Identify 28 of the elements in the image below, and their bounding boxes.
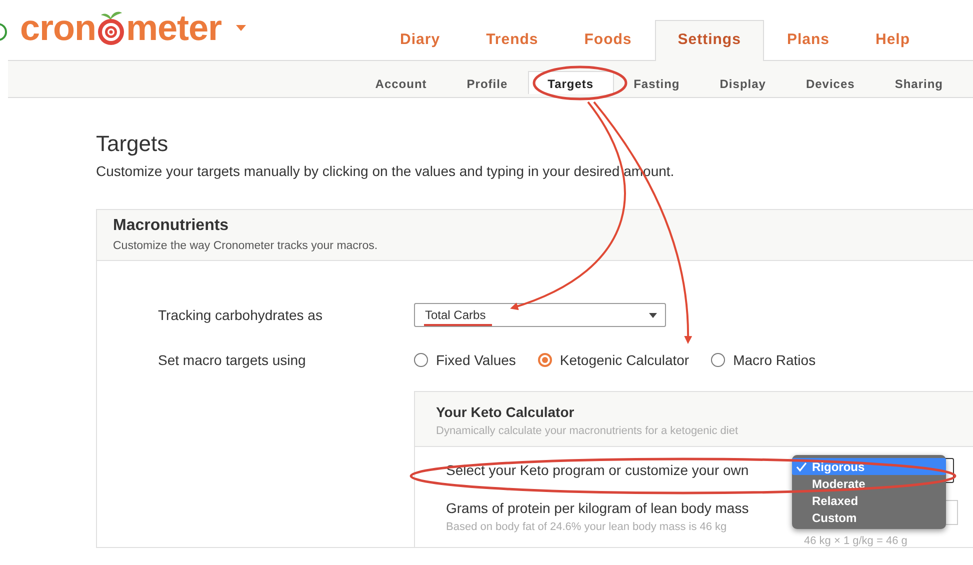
dropdown-option[interactable]: Moderate <box>792 475 946 492</box>
field-label: Grams of protein per kilogram of lean body mass <box>446 500 750 516</box>
sub-tab[interactable]: Profile <box>446 71 528 94</box>
sub-tab[interactable]: Fasting <box>614 71 700 94</box>
sub-tab[interactable]: Account <box>355 71 447 94</box>
field-label: Tracking carbohydrates as <box>158 307 324 323</box>
formula-text: 46 kg × 1 g/kg = 46 g <box>804 535 908 547</box>
field-label: Set macro targets using <box>158 352 307 368</box>
radio-option[interactable]: Macro Ratios <box>711 352 816 368</box>
logo-text: meter <box>126 10 222 46</box>
sub-tab[interactable]: Targets <box>528 71 614 94</box>
field-note: Based on body fat of 24.6% your lean body mass is 46 kg <box>446 521 728 533</box>
panel-subtitle: Dynamically calculate your macronutrients for a ketogenic diet <box>436 425 740 437</box>
card-title: Macronutrients <box>113 217 230 235</box>
card-subtitle: Customize the way Cronometer tracks your macros. <box>113 240 379 252</box>
nav-tab[interactable]: Settings <box>654 20 764 61</box>
radio-label: Macro Ratios <box>733 352 816 368</box>
radio-option[interactable]: Fixed Values <box>414 352 516 368</box>
radio-label: Fixed Values <box>436 352 516 368</box>
logo-text: cron <box>20 10 96 46</box>
carbs-select[interactable]: Total Carbs <box>414 303 666 327</box>
sub-tab[interactable]: Sharing <box>874 71 963 94</box>
page-title: Targets <box>96 131 170 157</box>
dropdown-option[interactable]: Relaxed <box>792 492 946 509</box>
dropdown-option[interactable]: Custom <box>792 509 946 526</box>
sub-tab[interactable]: Display <box>700 71 786 94</box>
panel-title: Your Keto Calculator <box>436 404 576 420</box>
sub-tab[interactable]: Devices <box>786 71 875 94</box>
